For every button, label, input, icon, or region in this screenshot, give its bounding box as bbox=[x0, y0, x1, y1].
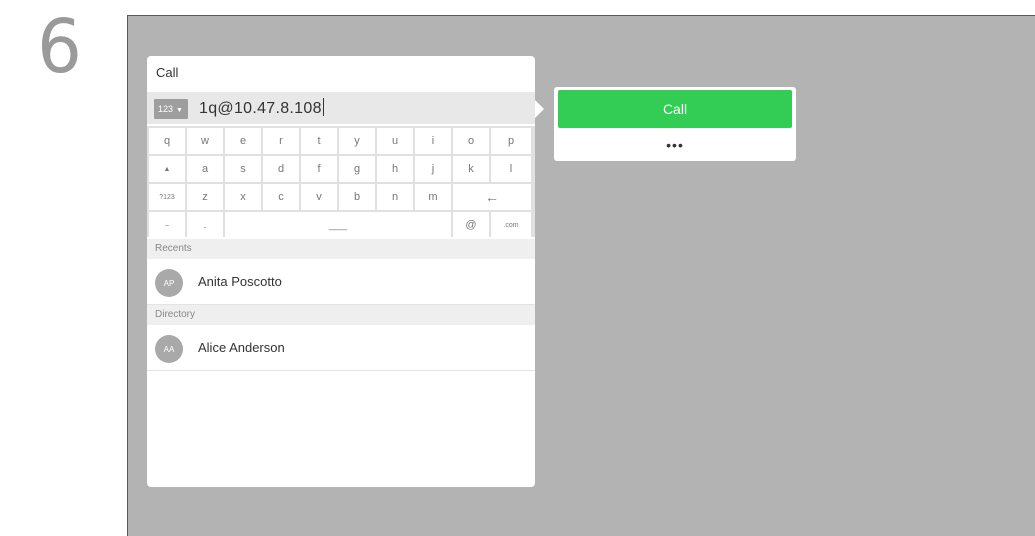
key-l[interactable]: l bbox=[491, 156, 531, 182]
contact-item[interactable]: AA Alice Anderson bbox=[147, 325, 535, 371]
more-options-button[interactable]: ••• bbox=[558, 133, 792, 157]
backspace-key[interactable]: ← bbox=[453, 184, 531, 210]
key-h[interactable]: h bbox=[377, 156, 413, 182]
dialog-title: Call bbox=[156, 65, 179, 80]
key-f[interactable]: f bbox=[301, 156, 337, 182]
key-i[interactable]: i bbox=[415, 128, 451, 154]
key-r[interactable]: r bbox=[263, 128, 299, 154]
key-d[interactable]: d bbox=[263, 156, 299, 182]
caret-down-icon: ▼ bbox=[176, 107, 183, 114]
device-screen: Call 123 ▼ 1q@10.47.8.108 q w e r t y u i… bbox=[127, 15, 1035, 536]
key-s[interactable]: s bbox=[225, 156, 261, 182]
at-key[interactable]: @ bbox=[453, 212, 489, 238]
key-y[interactable]: y bbox=[339, 128, 375, 154]
input-mode-label: 123 bbox=[158, 104, 174, 114]
key-u[interactable]: u bbox=[377, 128, 413, 154]
contact-item[interactable]: AP Anita Poscotto bbox=[147, 259, 535, 305]
key-g[interactable]: g bbox=[339, 156, 375, 182]
dotcom-key[interactable]: .com bbox=[491, 212, 531, 238]
key-c[interactable]: c bbox=[263, 184, 299, 210]
key-o[interactable]: o bbox=[453, 128, 489, 154]
key-z[interactable]: z bbox=[187, 184, 223, 210]
input-mode-selector[interactable]: 123 ▼ bbox=[154, 99, 188, 119]
key-a[interactable]: a bbox=[187, 156, 223, 182]
key-x[interactable]: x bbox=[225, 184, 261, 210]
avatar: AP bbox=[155, 269, 183, 297]
dash-key[interactable]: – bbox=[149, 212, 185, 238]
dial-input-field[interactable]: 1q@10.47.8.108 bbox=[199, 98, 324, 118]
text-cursor bbox=[322, 98, 324, 116]
recents-label: Recents bbox=[147, 239, 535, 259]
call-actions-card: Call ••• bbox=[554, 87, 796, 161]
key-q[interactable]: q bbox=[149, 128, 185, 154]
key-b[interactable]: b bbox=[339, 184, 375, 210]
key-w[interactable]: w bbox=[187, 128, 223, 154]
callout-arrow bbox=[535, 100, 544, 118]
key-e[interactable]: e bbox=[225, 128, 261, 154]
key-p[interactable]: p bbox=[491, 128, 531, 154]
key-n[interactable]: n bbox=[377, 184, 413, 210]
contact-name: Alice Anderson bbox=[198, 340, 285, 355]
space-key[interactable]: ___ bbox=[225, 212, 451, 238]
key-j[interactable]: j bbox=[415, 156, 451, 182]
key-v[interactable]: v bbox=[301, 184, 337, 210]
contact-name: Anita Poscotto bbox=[198, 274, 282, 289]
on-screen-keyboard: q w e r t y u i o p ▲ a s d f g h j k l … bbox=[147, 126, 535, 238]
key-t[interactable]: t bbox=[301, 128, 337, 154]
directory-label: Directory bbox=[147, 305, 535, 325]
key-m[interactable]: m bbox=[415, 184, 451, 210]
shift-key[interactable]: ▲ bbox=[149, 156, 185, 182]
key-k[interactable]: k bbox=[453, 156, 489, 182]
symbols-key[interactable]: ?123 bbox=[149, 184, 185, 210]
dial-input-row[interactable]: 123 ▼ 1q@10.47.8.108 bbox=[147, 92, 535, 124]
call-dialog: Call 123 ▼ 1q@10.47.8.108 q w e r t y u i… bbox=[147, 56, 535, 487]
call-button[interactable]: Call bbox=[558, 90, 792, 128]
step-number: 6 bbox=[37, 4, 82, 90]
avatar: AA bbox=[155, 335, 183, 363]
dial-input-value: 1q@10.47.8.108 bbox=[199, 100, 322, 117]
period-key[interactable]: . bbox=[187, 212, 223, 238]
